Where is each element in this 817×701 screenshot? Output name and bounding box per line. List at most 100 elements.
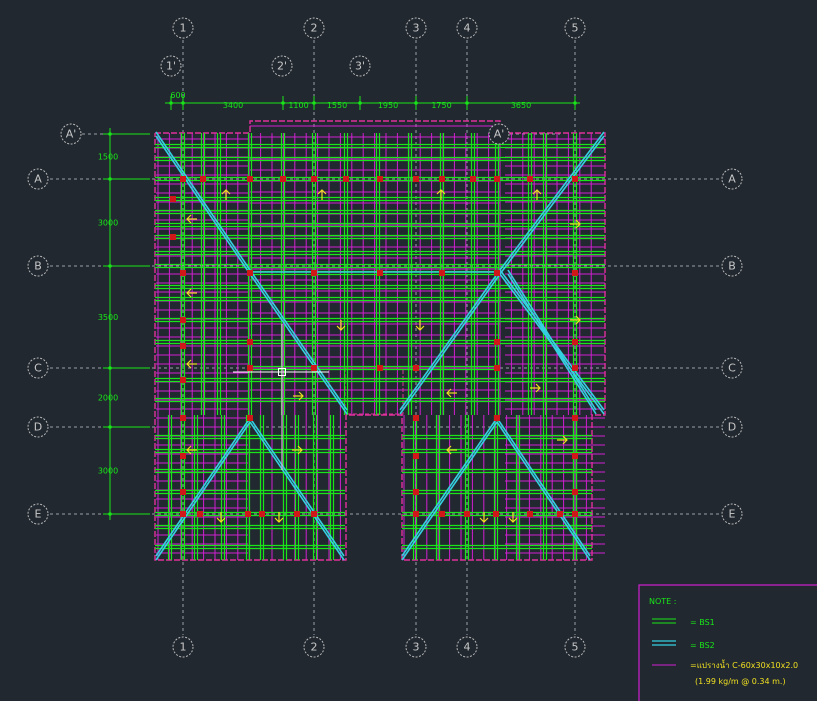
column-point bbox=[247, 415, 253, 421]
column-point bbox=[247, 270, 253, 276]
grid-bubble-top-label: 2 bbox=[311, 22, 318, 35]
column-point bbox=[413, 176, 419, 182]
dimension-dot bbox=[108, 177, 112, 181]
column-point bbox=[311, 365, 317, 371]
column-point bbox=[413, 511, 419, 517]
column-point bbox=[527, 511, 533, 517]
dimension-text-horizontal: 1750 bbox=[431, 101, 451, 110]
grid-bubble-left-label: C bbox=[34, 362, 42, 375]
dimension-dot bbox=[108, 366, 112, 370]
dimension-dot bbox=[181, 101, 185, 105]
legend-title: NOTE : bbox=[649, 597, 676, 606]
column-point bbox=[170, 234, 176, 240]
column-point bbox=[470, 176, 476, 182]
column-point bbox=[572, 511, 578, 517]
grid-bubble-top-label: 4 bbox=[464, 22, 471, 35]
roof-outline-line bbox=[344, 367, 404, 415]
column-point bbox=[311, 270, 317, 276]
grid-bubble-bottom-label: 2 bbox=[311, 641, 318, 654]
column-point bbox=[377, 365, 383, 371]
grid-bubble-sub-label: 1' bbox=[166, 60, 176, 73]
column-point bbox=[180, 377, 186, 383]
dimension-text-horizontal: 3400 bbox=[223, 101, 243, 110]
column-point bbox=[294, 511, 300, 517]
column-point bbox=[280, 176, 286, 182]
dimension-dot bbox=[312, 101, 316, 105]
column-point bbox=[311, 511, 317, 517]
column-point bbox=[557, 511, 563, 517]
column-point bbox=[439, 270, 445, 276]
column-point bbox=[572, 365, 578, 371]
dimension-text-vertical: 3500 bbox=[98, 313, 118, 322]
column-point bbox=[494, 415, 500, 421]
column-point bbox=[439, 176, 445, 182]
dimension-dot bbox=[108, 264, 112, 268]
column-point bbox=[259, 511, 265, 517]
grid-bubble-bottom-label: 1 bbox=[180, 641, 187, 654]
column-point bbox=[494, 339, 500, 345]
grid-bubbles: 1 1 2 2 3 3 4 4 5 5 1' 2' 3' A A B B C C D D E E A' A' bbox=[27, 17, 743, 658]
dimension-text-vertical: 2000 bbox=[98, 394, 118, 403]
column-point bbox=[343, 176, 349, 182]
dimension-dot bbox=[358, 101, 362, 105]
legend-bs2-label: = BS2 bbox=[690, 641, 715, 650]
dimension-dot bbox=[169, 101, 173, 105]
column-point bbox=[493, 511, 499, 517]
grid-bubble-left-label: A bbox=[34, 173, 42, 186]
dimension-text-horizontal: 600 bbox=[170, 91, 185, 100]
dimension-text-horizontal: 1550 bbox=[327, 101, 347, 110]
column-point bbox=[180, 343, 186, 349]
column-point bbox=[527, 176, 533, 182]
legend-purlin-detail: (1.99 kg/m @ 0.34 m.) bbox=[695, 677, 786, 686]
dimension-text-vertical: 3000 bbox=[98, 219, 118, 228]
column-point bbox=[247, 365, 253, 371]
grid-bubble-left-label: B bbox=[34, 260, 42, 273]
column-point bbox=[494, 176, 500, 182]
column-point bbox=[180, 317, 186, 323]
grid-bubble-sub-label: 2' bbox=[277, 60, 287, 73]
grid-bubble-right-label: A bbox=[728, 173, 736, 186]
column-point bbox=[572, 453, 578, 459]
dimension-dot bbox=[108, 132, 112, 136]
roof-framing-plan: 600 3400 1100 1550 1950 1750 3650 1500 3000 3500 2… bbox=[27, 17, 817, 701]
dimension-text-horizontal: 1950 bbox=[378, 101, 398, 110]
column-point bbox=[247, 339, 253, 345]
column-point bbox=[572, 270, 578, 276]
column-point bbox=[494, 270, 500, 276]
column-point bbox=[377, 270, 383, 276]
grid-bubble-right-label: B bbox=[728, 260, 736, 273]
column-point bbox=[572, 415, 578, 421]
column-point bbox=[180, 511, 186, 517]
legend-purlin-label: =แปรางน้ำ C-60x30x10x2.0 bbox=[690, 659, 798, 670]
column-point bbox=[180, 489, 186, 495]
grid-bubble-bottom-label: 5 bbox=[572, 641, 579, 654]
dimension-dot bbox=[281, 101, 285, 105]
cad-drawing-canvas[interactable]: 600 3400 1100 1550 1950 1750 3650 1500 3000 3500 2… bbox=[0, 0, 817, 701]
dimension-text-vertical: 3000 bbox=[98, 467, 118, 476]
grid-bubble-left-label: E bbox=[35, 508, 42, 521]
column-point bbox=[572, 489, 578, 495]
dimension-dot bbox=[414, 101, 418, 105]
grid-bubble-bottom-label: 3 bbox=[413, 641, 420, 654]
dimension-dot bbox=[465, 101, 469, 105]
column-point bbox=[311, 176, 317, 182]
dimension-dot bbox=[108, 512, 112, 516]
column-point bbox=[245, 511, 251, 517]
column-point bbox=[197, 511, 203, 517]
column-point bbox=[413, 453, 419, 459]
grid-bubble-left-label: A' bbox=[66, 128, 77, 141]
column-point bbox=[494, 365, 500, 371]
column-point bbox=[572, 339, 578, 345]
grid-bubble-right-label: D bbox=[728, 421, 736, 434]
dimension-text-horizontal: 3650 bbox=[511, 101, 531, 110]
legend-bs1-label: = BS1 bbox=[690, 618, 715, 627]
grid-bubble-left-label: D bbox=[34, 421, 42, 434]
column-point bbox=[572, 176, 578, 182]
grid-bubble-top-label: 1 bbox=[180, 22, 187, 35]
column-point bbox=[180, 415, 186, 421]
dimension-text-horizontal: 1100 bbox=[288, 101, 308, 110]
legend-box: NOTE : = BS1 = BS2 =แปรางน้ำ C-60x30x10x… bbox=[638, 584, 817, 701]
column-point bbox=[247, 176, 253, 182]
column-point bbox=[413, 489, 419, 495]
grid-bubble-bottom-label: 4 bbox=[464, 641, 471, 654]
